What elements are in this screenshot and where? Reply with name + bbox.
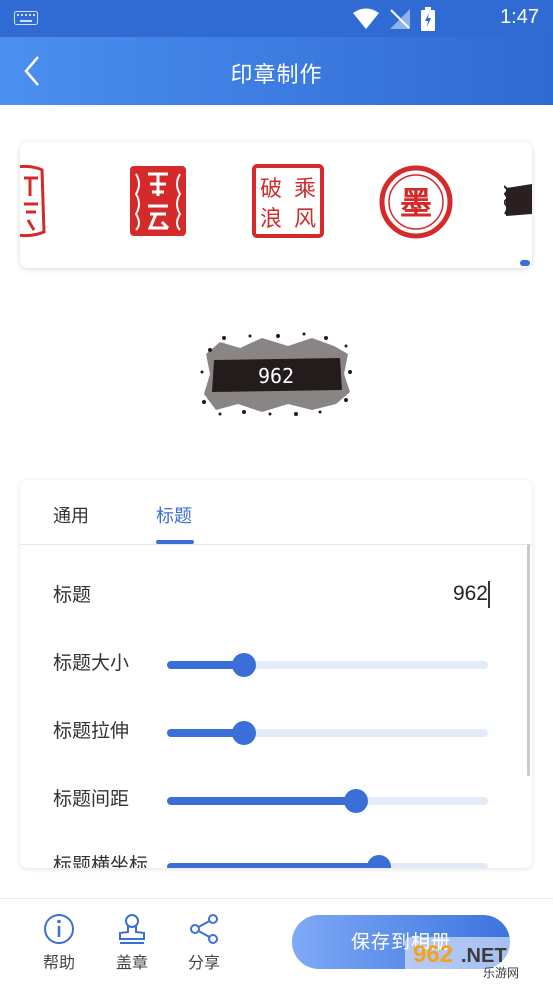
share-label: 分享 <box>187 953 220 972</box>
title-input[interactable]: 962 <box>453 582 488 606</box>
stamp-button[interactable]: 盖章 <box>108 913 156 973</box>
title-stretch-label: 标题拉伸 <box>53 720 130 742</box>
page-title: 印章制作 <box>230 63 323 88</box>
battery-charging-icon <box>421 7 435 31</box>
help-button[interactable]: 帮助 <box>35 913 83 973</box>
share-button[interactable]: 分享 <box>180 913 228 973</box>
stamp-label: 盖章 <box>115 953 148 972</box>
keyboard-icon <box>14 11 38 25</box>
panel-scrollbar[interactable] <box>527 544 530 776</box>
app-header: 印章制作 <box>0 37 553 105</box>
share-icon <box>190 914 218 944</box>
stamp-icon <box>119 914 145 944</box>
svg-text:乐游网: 乐游网 <box>483 966 519 980</box>
seal-chengfeng-polang[interactable]: 乘 破 风 浪 <box>252 164 324 238</box>
title-size-slider[interactable] <box>167 653 488 677</box>
site-watermark-logo: 962 .NET 乐游网 <box>405 937 545 980</box>
seal-char-mo: 墨 <box>400 184 432 222</box>
title-x-slider[interactable] <box>167 855 488 868</box>
seal-fuyun[interactable] <box>128 164 188 238</box>
title-size-label: 标题大小 <box>53 652 130 674</box>
seal-preview: 962 <box>200 332 352 416</box>
carousel-indicator <box>520 260 530 266</box>
tab-general[interactable]: 通用 <box>53 502 89 528</box>
svg-text:.NET: .NET <box>461 945 507 967</box>
seal-template-carousel[interactable]: 乘 破 风 浪 墨 <box>20 142 532 268</box>
seal-fuyun-partial[interactable] <box>20 164 46 238</box>
slider-thumb[interactable] <box>232 721 257 745</box>
slider-thumb[interactable] <box>232 653 257 677</box>
text-caret <box>488 581 490 608</box>
seal-char-1: 乘 <box>294 177 316 202</box>
status-time: 1:47 <box>500 6 539 28</box>
wifi-icon <box>353 8 379 29</box>
slider-fill <box>167 797 357 805</box>
preview-title-text: 962 <box>257 364 295 388</box>
slider-thumb[interactable] <box>366 855 391 868</box>
title-stretch-slider[interactable] <box>167 721 488 745</box>
seal-partial-right[interactable] <box>504 182 532 218</box>
title-spacing-slider[interactable] <box>167 789 488 813</box>
seal-char-4: 浪 <box>260 207 282 232</box>
slider-fill <box>167 863 379 868</box>
info-icon <box>44 914 74 944</box>
seal-char-3: 风 <box>294 207 316 232</box>
slider-thumb[interactable] <box>344 789 369 813</box>
no-signal-icon <box>390 9 410 29</box>
title-x-label: 标题横坐标 <box>53 854 149 868</box>
title-field-label: 标题 <box>53 584 92 606</box>
seal-mo[interactable]: 墨 <box>378 164 454 240</box>
settings-panel: 通用 标题 标题 962 标题大小 标题拉伸 标题间距 标题横坐标 <box>20 480 532 868</box>
title-spacing-label: 标题间距 <box>53 788 130 810</box>
active-tab-underline <box>156 540 194 544</box>
status-bar: 1:47 <box>0 0 553 37</box>
help-label: 帮助 <box>42 953 75 972</box>
tab-bar: 通用 标题 <box>20 480 532 545</box>
seal-char-2: 破 <box>260 177 282 202</box>
tab-title[interactable]: 标题 <box>156 502 192 528</box>
svg-text:962: 962 <box>413 941 453 968</box>
